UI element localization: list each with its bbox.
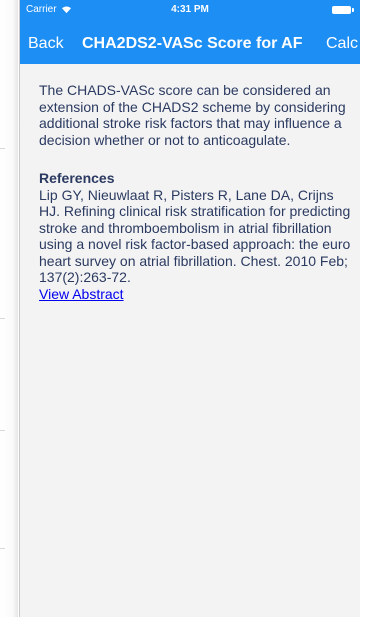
info-content: The CHADS-VASc score can be considered a…: [39, 82, 355, 302]
sidebar-tick: [0, 148, 5, 149]
references-heading: References: [39, 170, 115, 186]
view-abstract-link[interactable]: View Abstract: [39, 286, 124, 302]
calc-button[interactable]: Calc: [326, 35, 358, 53]
navigation-bar: Back CHA2DS2-VASc Score for AF Calc: [20, 20, 360, 64]
reference-citation: Lip GY, Nieuwlaat R, Pisters R, Lane DA,…: [39, 186, 351, 286]
battery-icon: [332, 6, 354, 14]
status-bar: Carrier 4:31 PM: [20, 0, 360, 20]
page-title: CHA2DS2-VASc Score for AF: [82, 35, 303, 52]
sidebar-tick: [0, 548, 5, 549]
right-margin: [360, 0, 368, 617]
back-button[interactable]: Back: [28, 35, 64, 53]
sidebar-tick: [0, 430, 5, 431]
left-sidebar-edge: [0, 0, 18, 617]
intro-paragraph: The CHADS-VASc score can be considered a…: [39, 82, 346, 148]
status-time: 4:31 PM: [171, 4, 209, 15]
phone-screen: Carrier 4:31 PM Back CHA2DS2-VASc Score …: [19, 0, 361, 617]
sidebar-tick: [0, 318, 5, 319]
